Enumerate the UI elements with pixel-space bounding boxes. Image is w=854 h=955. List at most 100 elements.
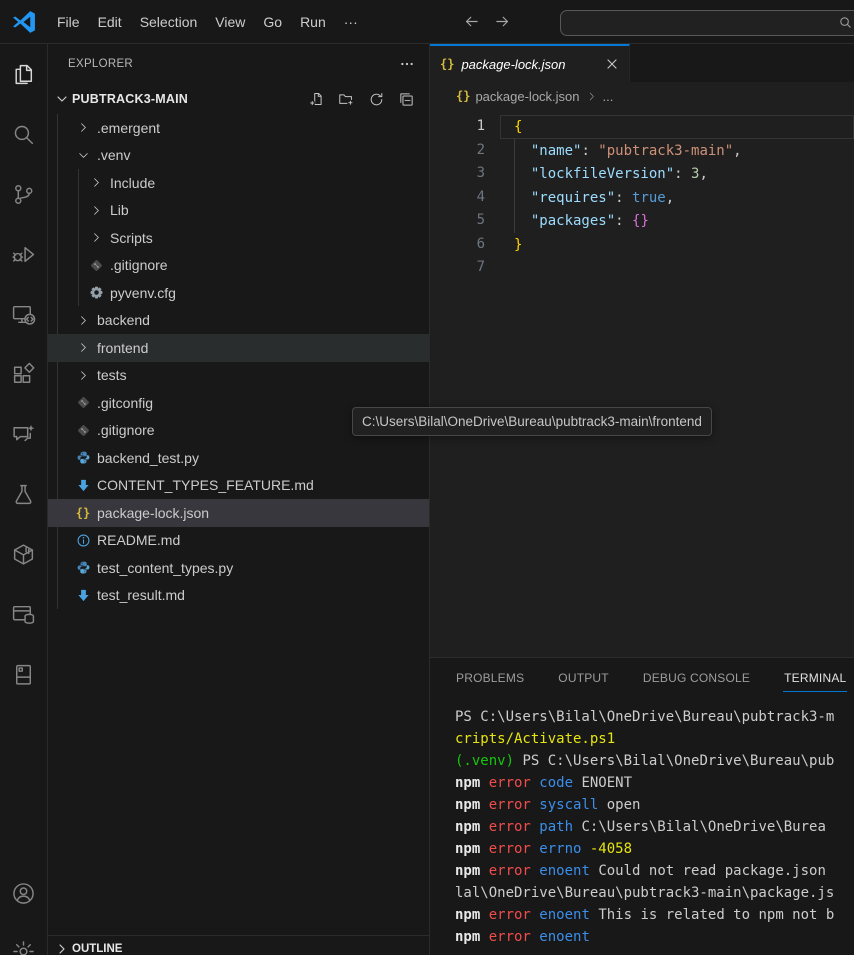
explorer-more-actions-icon[interactable] xyxy=(399,56,415,72)
settings-icon xyxy=(11,939,36,955)
activity-extensions[interactable] xyxy=(0,344,47,404)
menu-go[interactable]: Go xyxy=(254,10,291,34)
tree-item-label: .emergent xyxy=(97,120,160,136)
activity-database-explorer[interactable] xyxy=(0,584,47,644)
code-editor[interactable]: 1{2 "name": "pubtrack3-main",3 "lockfile… xyxy=(430,110,854,657)
code-line: 4 "requires": true, xyxy=(430,186,854,210)
tree-item-label: README.md xyxy=(97,532,180,548)
close-tab-icon[interactable] xyxy=(605,57,619,71)
tree-item-label: test_result.md xyxy=(97,587,185,603)
source-control-icon xyxy=(11,182,36,207)
json-file-icon: {} xyxy=(76,506,90,520)
tab-output[interactable]: OUTPUT xyxy=(557,667,610,692)
line-number: 4 xyxy=(430,186,500,210)
tree-folder--venv[interactable]: .venv xyxy=(48,142,429,170)
line-number: 1 xyxy=(430,115,500,139)
tree-file-content-types-feature-md[interactable]: CONTENT_TYPES_FEATURE.md xyxy=(48,472,429,500)
tree-folder--emergent[interactable]: .emergent xyxy=(48,114,429,142)
terminal-line: cripts/Activate.ps1 xyxy=(455,728,854,750)
activity-remote-explorer[interactable] xyxy=(0,284,47,344)
bottom-panel: PROBLEMS OUTPUT DEBUG CONSOLE TERMINAL PS C… xyxy=(430,657,854,955)
tab-label: package-lock.json xyxy=(461,57,598,72)
menu-file[interactable]: File xyxy=(48,10,89,34)
activity-items xyxy=(0,44,47,704)
terminal-line: npm error enoent xyxy=(455,926,854,948)
account-icon xyxy=(11,881,36,906)
panel-tab-bar: PROBLEMS OUTPUT DEBUG CONSOLE TERMINAL xyxy=(430,658,854,701)
debug-icon xyxy=(11,242,36,267)
outline-section-header[interactable]: OUTLINE xyxy=(48,935,429,955)
terminal-line: PS C:\Users\Bilal\OneDrive\Bureau\pubtra… xyxy=(455,706,854,728)
search-icon xyxy=(11,122,36,147)
tree-file--gitignore[interactable]: .gitignore xyxy=(48,252,429,280)
activity-source-control[interactable] xyxy=(0,164,47,224)
path-tooltip: C:\Users\Bilal\OneDrive\Bureau\pubtrack3… xyxy=(352,407,712,436)
tree-item-label: Lib xyxy=(110,202,129,218)
project-name: PUBTRACK3-MAIN xyxy=(72,92,308,106)
menu-edit[interactable]: Edit xyxy=(89,10,131,34)
explorer-title: EXPLORER xyxy=(68,58,399,70)
activity-containers[interactable] xyxy=(0,524,47,584)
breadcrumb-segment[interactable]: package-lock.json xyxy=(475,89,579,104)
terminal-line: npm error syscall open xyxy=(455,794,854,816)
tab-problems[interactable]: PROBLEMS xyxy=(455,667,525,692)
menu-run[interactable]: Run xyxy=(291,10,335,34)
tree-file-package-lock-json[interactable]: {} package-lock.json xyxy=(48,499,429,527)
chevron-right-icon xyxy=(54,941,70,955)
tree-folder-backend[interactable]: backend xyxy=(48,307,429,335)
tree-file-backend-test-py[interactable]: backend_test.py xyxy=(48,444,429,472)
menu-selection[interactable]: Selection xyxy=(131,10,207,34)
project-section-header[interactable]: PUBTRACK3-MAIN xyxy=(48,84,429,114)
refresh-explorer-button[interactable] xyxy=(368,91,385,108)
tree-folder-scripts[interactable]: Scripts xyxy=(48,224,429,252)
breadcrumb[interactable]: {}package-lock.json... xyxy=(430,82,854,110)
tree-item-label: Scripts xyxy=(110,230,153,246)
chevron-right-icon xyxy=(89,175,104,190)
python-file-icon xyxy=(76,450,91,465)
go-forward-icon[interactable] xyxy=(494,13,511,30)
activity-bar xyxy=(0,44,48,955)
activity-chat[interactable] xyxy=(0,404,47,464)
tab-debug-console[interactable]: DEBUG CONSOLE xyxy=(642,667,751,692)
activity-accounts[interactable] xyxy=(11,881,36,911)
tab-package-lock-json[interactable]: {} package-lock.json xyxy=(430,44,630,82)
menu-view[interactable]: View xyxy=(206,10,254,34)
activity-device-explorer[interactable] xyxy=(0,644,47,704)
command-center-search[interactable] xyxy=(560,10,854,36)
terminal-line: (.venv) PS C:\Users\Bilal\OneDrive\Burea… xyxy=(455,750,854,772)
activity-bottom xyxy=(0,881,47,955)
activity-explorer[interactable] xyxy=(0,44,47,104)
terminal-line: npm error enoent Could not read package.… xyxy=(455,860,854,882)
tree-item-label: package-lock.json xyxy=(97,505,209,521)
tree-item-label: Include xyxy=(110,175,155,191)
tab-terminal[interactable]: TERMINAL xyxy=(783,667,847,692)
explorer-actions xyxy=(308,91,429,108)
collapse-folders-button[interactable] xyxy=(398,91,415,108)
new-file-icon xyxy=(308,91,325,108)
tree-file-test-content-types-py[interactable]: test_content_types.py xyxy=(48,554,429,582)
tree-folder-tests[interactable]: tests xyxy=(48,362,429,390)
menu-more[interactable]: ··· xyxy=(335,10,367,34)
terminal-output[interactable]: PS C:\Users\Bilal\OneDrive\Bureau\pubtra… xyxy=(430,701,854,955)
tree-file-test-result-md[interactable]: test_result.md xyxy=(48,582,429,610)
go-back-icon[interactable] xyxy=(463,13,480,30)
line-number: 2 xyxy=(430,139,500,163)
new-file-button[interactable] xyxy=(308,91,325,108)
tree-file-readme-md[interactable]: README.md xyxy=(48,527,429,555)
activity-search[interactable] xyxy=(0,104,47,164)
line-number: 6 xyxy=(430,233,500,257)
new-folder-icon xyxy=(338,91,355,108)
gear-file-icon xyxy=(89,285,104,300)
tree-folder-include[interactable]: Include xyxy=(48,169,429,197)
git-file-icon xyxy=(76,395,91,410)
file-tree: .emergent .venv Include Lib Scripts .gitignor… xyxy=(48,114,429,609)
tree-folder-lib[interactable]: Lib xyxy=(48,197,429,225)
tree-folder-frontend[interactable]: frontend xyxy=(48,334,429,362)
activity-manage[interactable] xyxy=(11,939,36,955)
editor-tab-bar: {} package-lock.json xyxy=(430,44,854,82)
new-folder-button[interactable] xyxy=(338,91,355,108)
activity-run-and-debug[interactable] xyxy=(0,224,47,284)
breadcrumb-segment[interactable]: ... xyxy=(603,89,614,104)
activity-testing[interactable] xyxy=(0,464,47,524)
tree-file-pyvenv-cfg[interactable]: pyvenv.cfg xyxy=(48,279,429,307)
